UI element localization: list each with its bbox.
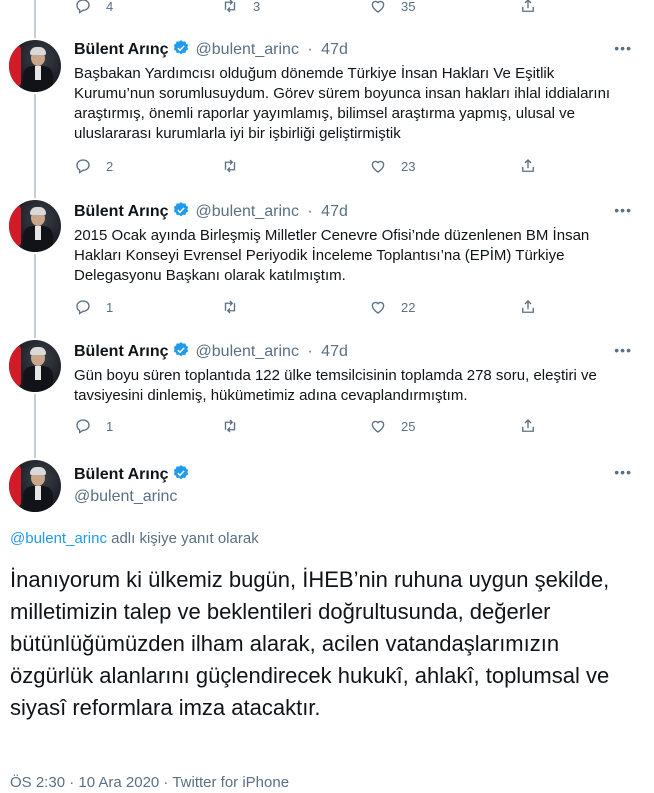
like-icon [371,160,385,173]
tweet-time[interactable]: 47d [321,343,348,360]
retweet-icon [224,419,236,433]
retweet-button[interactable] [221,157,239,175]
reply-context: @bulent_arinc adlı kişiye yanıt olarak [10,530,259,547]
avatar[interactable] [9,460,61,512]
author-name[interactable]: Bülent Arınç [74,203,169,220]
tweet-actions: 1 22 [74,298,544,318]
like-count: 25 [401,418,416,434]
author-name[interactable]: Bülent Arınç [74,343,169,360]
like-icon [371,420,385,433]
tweet-header: Bülent Arınç @bulent_arinc · 47d [74,40,348,58]
like-button[interactable]: 25 [369,417,415,435]
retweet-icon [224,300,236,314]
reply-icon [76,300,90,315]
retweet-count: 3 [253,0,261,14]
author-handle-row: @bulent_arinc [70,488,177,506]
share-button[interactable] [519,417,537,435]
like-icon [371,0,385,13]
tweet-actions: 1 25 [74,417,544,437]
thread-line [34,94,36,198]
tweet-header: Bülent Arınç @bulent_arinc · 47d [74,342,348,360]
tweet-meta[interactable]: ÖS 2:30 · 10 Ara 2020 · Twitter for iPho… [10,774,289,791]
like-count: 35 [401,0,416,14]
reply-count: 2 [106,158,114,174]
like-count: 22 [401,299,416,315]
author-handle[interactable]: @bulent_arinc [74,488,177,505]
like-button[interactable]: 22 [369,298,415,316]
share-icon [522,419,534,432]
like-count: 23 [401,158,416,174]
like-icon [371,301,385,314]
reply-button[interactable]: 4 [74,0,113,15]
main-tweet-text: İnanıyorum ki ülkemiz bugün, İHEB’nin ru… [10,567,610,720]
retweet-icon [224,0,236,13]
like-button[interactable]: 23 [369,157,415,175]
more-icon[interactable]: ••• [614,202,632,218]
retweet-button[interactable] [221,417,239,435]
author-name[interactable]: Bülent Arınç [74,41,169,58]
tweet-actions: 2 23 [74,157,544,177]
tweet-header: Bülent Arınç [74,464,192,484]
more-icon[interactable]: ••• [614,40,632,56]
author-name[interactable]: Bülent Arınç [74,466,169,483]
share-icon [522,300,534,313]
reply-icon [76,159,90,174]
tweet-text: Gün boyu süren toplantıda 122 ülke temsi… [74,367,597,404]
avatar[interactable] [9,340,61,392]
reply-icon [76,0,90,14]
share-button[interactable] [519,157,537,175]
retweet-button[interactable] [221,298,239,316]
reply-count: 4 [106,0,114,14]
share-icon [522,0,534,12]
tweet-header: Bülent Arınç @bulent_arinc · 47d [74,202,348,220]
verified-icon [173,465,188,480]
tweet-actions: 4 3 35 [74,0,544,17]
retweet-icon [224,159,236,173]
retweet-button[interactable]: 3 [221,0,260,15]
share-icon [522,159,534,172]
like-button[interactable]: 35 [369,0,415,15]
more-icon[interactable]: ••• [614,342,632,358]
tweet-text: 2015 Ocak ayında Birleşmiş Milletler Cen… [74,227,590,284]
verified-icon [173,342,188,357]
tweet-time[interactable]: 47d [321,203,348,220]
share-button[interactable] [519,0,537,15]
reply-to-link[interactable]: @bulent_arinc [10,530,107,547]
author-handle[interactable]: @bulent_arinc [196,41,299,58]
reply-icon [76,419,90,434]
author-handle[interactable]: @bulent_arinc [196,343,299,360]
verified-icon [173,40,188,55]
reply-context-text: adlı kişiye yanıt olarak [106,530,259,547]
avatar[interactable] [9,200,61,252]
tweet-text: Başbakan Yardımcısı olduğum dönemde Türk… [74,65,611,142]
reply-button[interactable]: 1 [74,417,113,435]
reply-count: 1 [106,299,114,315]
reply-button[interactable]: 2 [74,157,113,175]
author-handle[interactable]: @bulent_arinc [196,203,299,220]
reply-button[interactable]: 1 [74,298,113,316]
thread-line [34,394,36,458]
verified-icon [173,202,188,217]
more-icon[interactable]: ••• [614,464,632,480]
tweet-time[interactable]: 47d [321,41,348,58]
avatar[interactable] [9,40,61,92]
thread-line [34,0,36,38]
thread-line [34,254,36,338]
reply-count: 1 [106,418,114,434]
share-button[interactable] [519,298,537,316]
